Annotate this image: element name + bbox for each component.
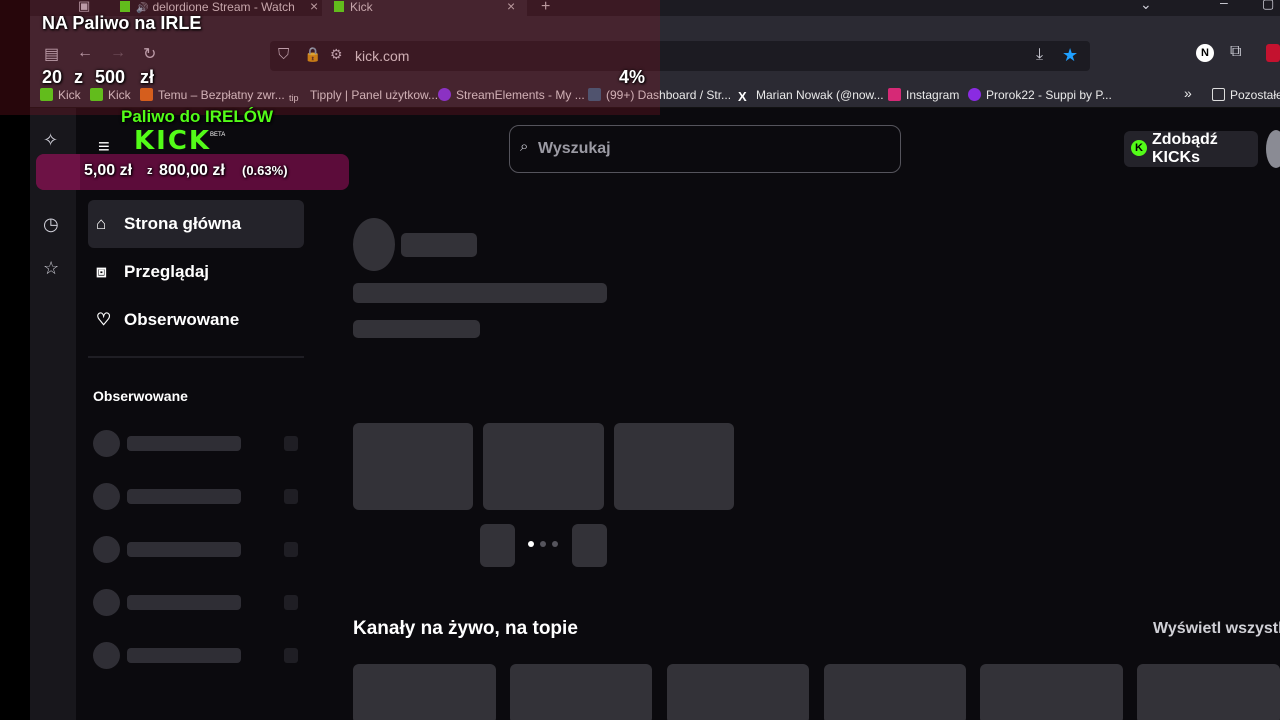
sparkle-icon[interactable]: ✧ [43,130,58,151]
bookmark-label: Instagram [906,88,960,102]
nav-browse[interactable]: ⧈ Przeglądaj [88,248,304,296]
skeleton-card [353,423,473,510]
skeleton-bar [127,648,241,663]
screen: ▣ 🔊 delordione Stream - Watch × Kick × + … [0,0,1280,720]
skeleton-dot [284,489,298,504]
skeleton-dot [284,595,298,610]
folder-icon [1212,88,1225,101]
skeleton-dot [284,436,298,451]
star-icon[interactable]: ☆ [43,258,59,279]
goal-sep: z [74,67,83,87]
skeleton-avatar [93,536,120,563]
bookmark-label: Marian Nowak (@now... [756,88,884,102]
carousel-dot[interactable] [552,541,558,547]
avatar[interactable] [1266,130,1280,168]
skeleton-bar [127,595,241,610]
history-icon[interactable]: ◷ [43,214,59,235]
skeleton-card [824,664,966,720]
bookmark-folder-other[interactable]: Pozostałe [1212,88,1280,102]
skeleton-card [483,423,604,510]
nav-label: Strona główna [124,214,242,233]
skeleton-thumb [480,524,515,567]
heart-icon: ♡ [96,310,112,329]
carousel-dot[interactable] [540,541,546,547]
search-input[interactable] [538,136,878,162]
following-header: Obserwowane [93,388,188,404]
skeleton-title [401,233,477,257]
skeleton-avatar [93,483,120,510]
beta-badge: BETA [210,132,226,138]
skeleton-card [510,664,652,720]
skeleton-thumb [572,524,607,567]
skeleton-card [980,664,1123,720]
bookmark-label: Prorok22 - Suppi by P... [986,88,1112,102]
goal2-percent: (0.63%) [242,163,288,178]
browse-icon: ⧈ [96,262,107,281]
goal-currency: zł [140,67,155,87]
skeleton-dot [284,542,298,557]
extension-rail: ✧ ▭ ◷ ☆ [30,108,76,720]
section-title: Kanały na żywo, na topie [353,618,578,639]
nav-label: Przeglądaj [124,262,210,281]
suppi-icon [968,88,981,101]
bookmark-label: Pozostałe [1230,88,1280,102]
tab-overflow-icon[interactable]: ⌄ [1140,0,1152,13]
skeleton-line [353,320,480,338]
goal-target: 500 [95,67,126,87]
nav-home[interactable]: ⌂ Strona główna [88,200,304,248]
skeleton-avatar [93,642,120,669]
kicks-coin-icon: K [1131,140,1147,156]
instagram-icon [888,88,901,101]
skeleton-bar [127,436,241,451]
skeleton-bar [127,489,241,504]
goal2-amount: 5,00 zł [84,162,133,179]
carousel-dot-active[interactable] [528,541,534,547]
sidebar-divider [88,356,304,358]
extensions-icon[interactable]: ⧉ [1230,43,1241,61]
skeleton-avatar [93,430,120,457]
home-icon: ⌂ [96,214,107,233]
search-box[interactable]: ⌕ [509,125,901,173]
kick-page: ✧ ▭ ◷ ☆ ≡ KICK BETA ⌂ Strona główna ⧈ Pr… [30,108,1280,720]
nav-following[interactable]: ♡ Obserwowane [88,296,304,344]
goal2-sep: z [147,165,153,177]
skeleton-card [1137,664,1280,720]
search-icon: ⌕ [520,138,529,155]
get-kicks-label: Zdobądź KICKs [1152,131,1218,166]
bookmark-x[interactable]: X Marian Nowak (@now... [738,88,884,104]
goal-current: 20 [42,67,63,87]
x-icon: X [738,89,747,104]
maximize-icon[interactable]: ▢ [1262,0,1274,12]
skeleton-avatar [353,218,395,271]
goal-percent: 4% [619,67,646,87]
download-page-icon[interactable]: ⤓ [1036,46,1043,64]
extension-red-icon[interactable] [1266,44,1280,62]
nav-label: Obserwowane [124,310,240,329]
bookmark-suppi[interactable]: Prorok22 - Suppi by P... [968,88,1112,102]
bookmark-star-icon[interactable]: ★ [1062,45,1078,66]
extension-n-icon[interactable]: N [1196,44,1214,62]
skeleton-line [353,283,607,303]
minimize-icon[interactable]: – [1220,0,1228,10]
goal2-target: 800,00 zł [159,162,225,179]
view-all-link[interactable]: Wyświetl wszystkie [1153,620,1280,638]
site-sidebar: ≡ KICK BETA ⌂ Strona główna ⧈ Przeglądaj… [76,108,316,720]
goal2-title: Paliwo do IRELÓW [121,107,274,126]
skeleton-card [353,664,496,720]
get-kicks-button[interactable]: K Zdobądź KICKs [1124,131,1258,167]
goal-title: NA Paliwo na IRLE [42,13,202,33]
skeleton-avatar [93,589,120,616]
skeleton-dot [284,648,298,663]
skeleton-bar [127,542,241,557]
skeleton-card [667,664,809,720]
skeleton-card [614,423,734,510]
bookmark-instagram[interactable]: Instagram [888,88,959,102]
kick-logo[interactable]: KICK [134,126,211,156]
goal2-progress-fill [36,154,80,190]
bookmarks-overflow-icon[interactable]: » [1184,85,1192,101]
